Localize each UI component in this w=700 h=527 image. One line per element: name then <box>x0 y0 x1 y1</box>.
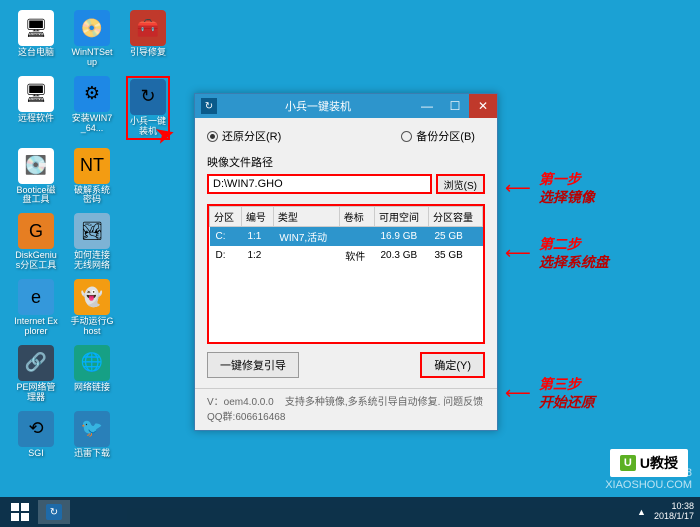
table-row[interactable]: D:1:2软件20.3 GB35 GB <box>210 246 483 265</box>
minimize-button[interactable]: — <box>413 94 441 118</box>
window-title: 小兵一键装机 <box>223 98 413 114</box>
desktop-icon[interactable]: 🐦 迅雷下载 <box>70 411 114 459</box>
col-header[interactable]: 可用空间 <box>374 207 428 227</box>
icon-label: 引导修复 <box>130 48 166 58</box>
maximize-button[interactable]: ☐ <box>441 94 469 118</box>
app-icon: G <box>18 213 54 249</box>
path-label: 映像文件路径 <box>207 154 485 170</box>
taskbar[interactable]: ↻ ▲ 10:382018/1/17 <box>0 497 700 527</box>
radio-icon <box>401 131 412 142</box>
icon-label: Bootice磁盘工具 <box>14 186 58 206</box>
icon-label: SGI <box>28 449 44 459</box>
app-icon: ↻ <box>201 98 217 114</box>
desktop-icon[interactable]: 🧰 引导修复 <box>126 10 170 68</box>
desktop-icon[interactable]: 💽Bootice磁盘工具 <box>14 148 58 206</box>
desktop-icon[interactable]: ⚙安装WIN7_64... <box>70 76 114 140</box>
app-icon: 🖥 <box>18 76 54 112</box>
start-button[interactable] <box>6 500 34 524</box>
table-row[interactable]: C:1:1WIN7,活动16.9 GB25 GB <box>210 227 483 247</box>
desktop-icon[interactable]: ⟲ SGI <box>14 411 58 459</box>
tray-icon[interactable]: ▲ <box>637 507 646 517</box>
app-icon: 🏞 <box>74 213 110 249</box>
clock[interactable]: 10:382018/1/17 <box>654 502 694 522</box>
app-icon: ⚙ <box>74 76 110 112</box>
icon-label: DiskGenius分区工具 <box>14 251 58 271</box>
col-header[interactable]: 分区 <box>210 207 242 227</box>
desktop-icon[interactable]: 📀WinNTSetup <box>70 10 114 68</box>
app-icon: ↻ <box>130 79 166 115</box>
desktop-icon[interactable]: 👻手动运行Ghost <box>70 279 114 337</box>
app-icon: 🌐 <box>74 345 110 381</box>
icon-label: 网络链接 <box>74 383 110 393</box>
icon-label: 如何连接无线网络 <box>70 251 114 271</box>
browse-button[interactable]: 浏览(S) <box>436 174 485 194</box>
app-icon: 👻 <box>74 279 110 315</box>
desktop-icon[interactable]: 🌐 网络链接 <box>70 345 114 403</box>
partition-table[interactable]: 分区编号类型卷标可用空间分区容量 C:1:1WIN7,活动16.9 GB25 G… <box>207 204 485 344</box>
icon-label: WinNTSetup <box>70 48 114 68</box>
icon-label: PE网络管理器 <box>14 383 58 403</box>
desktop-icon[interactable]: NT破解系统密码 <box>70 148 114 206</box>
annotation-step1: ⟵ 第一步选择镜像 <box>505 170 595 206</box>
taskbar-app[interactable]: ↻ <box>38 500 70 524</box>
icon-label: 迅雷下载 <box>74 449 110 459</box>
app-icon: 💽 <box>18 148 54 184</box>
icon-label: 这台电脑 <box>18 48 54 58</box>
desktop-icon[interactable]: 🏞如何连接无线网络 <box>70 213 114 271</box>
radio-backup[interactable]: 备份分区(B) <box>401 128 475 144</box>
ok-button[interactable]: 确定(Y) <box>420 352 485 378</box>
radio-backup-label: 备份分区(B) <box>416 128 475 144</box>
close-button[interactable]: ✕ <box>469 94 497 118</box>
app-icon: NT <box>74 148 110 184</box>
image-path-input[interactable] <box>207 174 432 194</box>
col-header[interactable]: 卷标 <box>339 207 374 227</box>
desktop-icon[interactable]: 🔗PE网络管理器 <box>14 345 58 403</box>
desktop-icons: 🖥 这台电脑 📀WinNTSetup 🧰 引导修复 🖥 远程软件 ⚙安装WIN7_64...… <box>14 10 170 467</box>
app-icon: 📀 <box>74 10 110 46</box>
col-header[interactable]: 分区容量 <box>428 207 482 227</box>
titlebar[interactable]: ↻ 小兵一键装机 — ☐ ✕ <box>195 94 497 118</box>
app-icon: 🖥 <box>18 10 54 46</box>
desktop-icon[interactable]: 🖥 这台电脑 <box>14 10 58 68</box>
desktop-icon[interactable]: eInternet Explorer <box>14 279 58 337</box>
system-tray[interactable]: ▲ 10:382018/1/17 <box>637 502 694 522</box>
app-icon: 🐦 <box>74 411 110 447</box>
desktop-icon[interactable]: GDiskGenius分区工具 <box>14 213 58 271</box>
status-bar: V：oem4.0.0.0 支持多种镜像,多系统引导自动修复. 问题反馈QQ群:6… <box>195 388 497 427</box>
app-icon: ⟲ <box>18 411 54 447</box>
arrow-icon: ⟵ <box>505 383 531 404</box>
radio-restore[interactable]: 还原分区(R) <box>207 128 281 144</box>
app-icon: 🔗 <box>18 345 54 381</box>
icon-label: 远程软件 <box>18 114 54 124</box>
col-header[interactable]: 编号 <box>241 207 273 227</box>
app-icon: 🧰 <box>130 10 166 46</box>
arrow-icon: ⟵ <box>505 243 531 264</box>
radio-restore-label: 还原分区(R) <box>222 128 281 144</box>
annotation-step2: ⟵ 第二步选择系统盘 <box>505 235 609 271</box>
icon-label: 手动运行Ghost <box>70 317 114 337</box>
annotation-step3: ⟵ 第三步开始还原 <box>505 375 595 411</box>
icon-label: 安装WIN7_64... <box>70 114 114 134</box>
col-header[interactable]: 类型 <box>273 207 339 227</box>
icon-label: Internet Explorer <box>14 317 58 337</box>
watermark: Windows 8XIAOSHOU.COM <box>605 467 692 491</box>
radio-icon <box>207 131 218 142</box>
icon-label: 破解系统密码 <box>70 186 114 206</box>
arrow-icon: ⟵ <box>505 178 531 199</box>
repair-boot-button[interactable]: 一键修复引导 <box>207 352 299 378</box>
app-window: ↻ 小兵一键装机 — ☐ ✕ 还原分区(R) 备份分区(B) 映像文件路径 浏览… <box>194 93 498 431</box>
app-icon: e <box>18 279 54 315</box>
desktop-icon[interactable]: 🖥 远程软件 <box>14 76 58 140</box>
